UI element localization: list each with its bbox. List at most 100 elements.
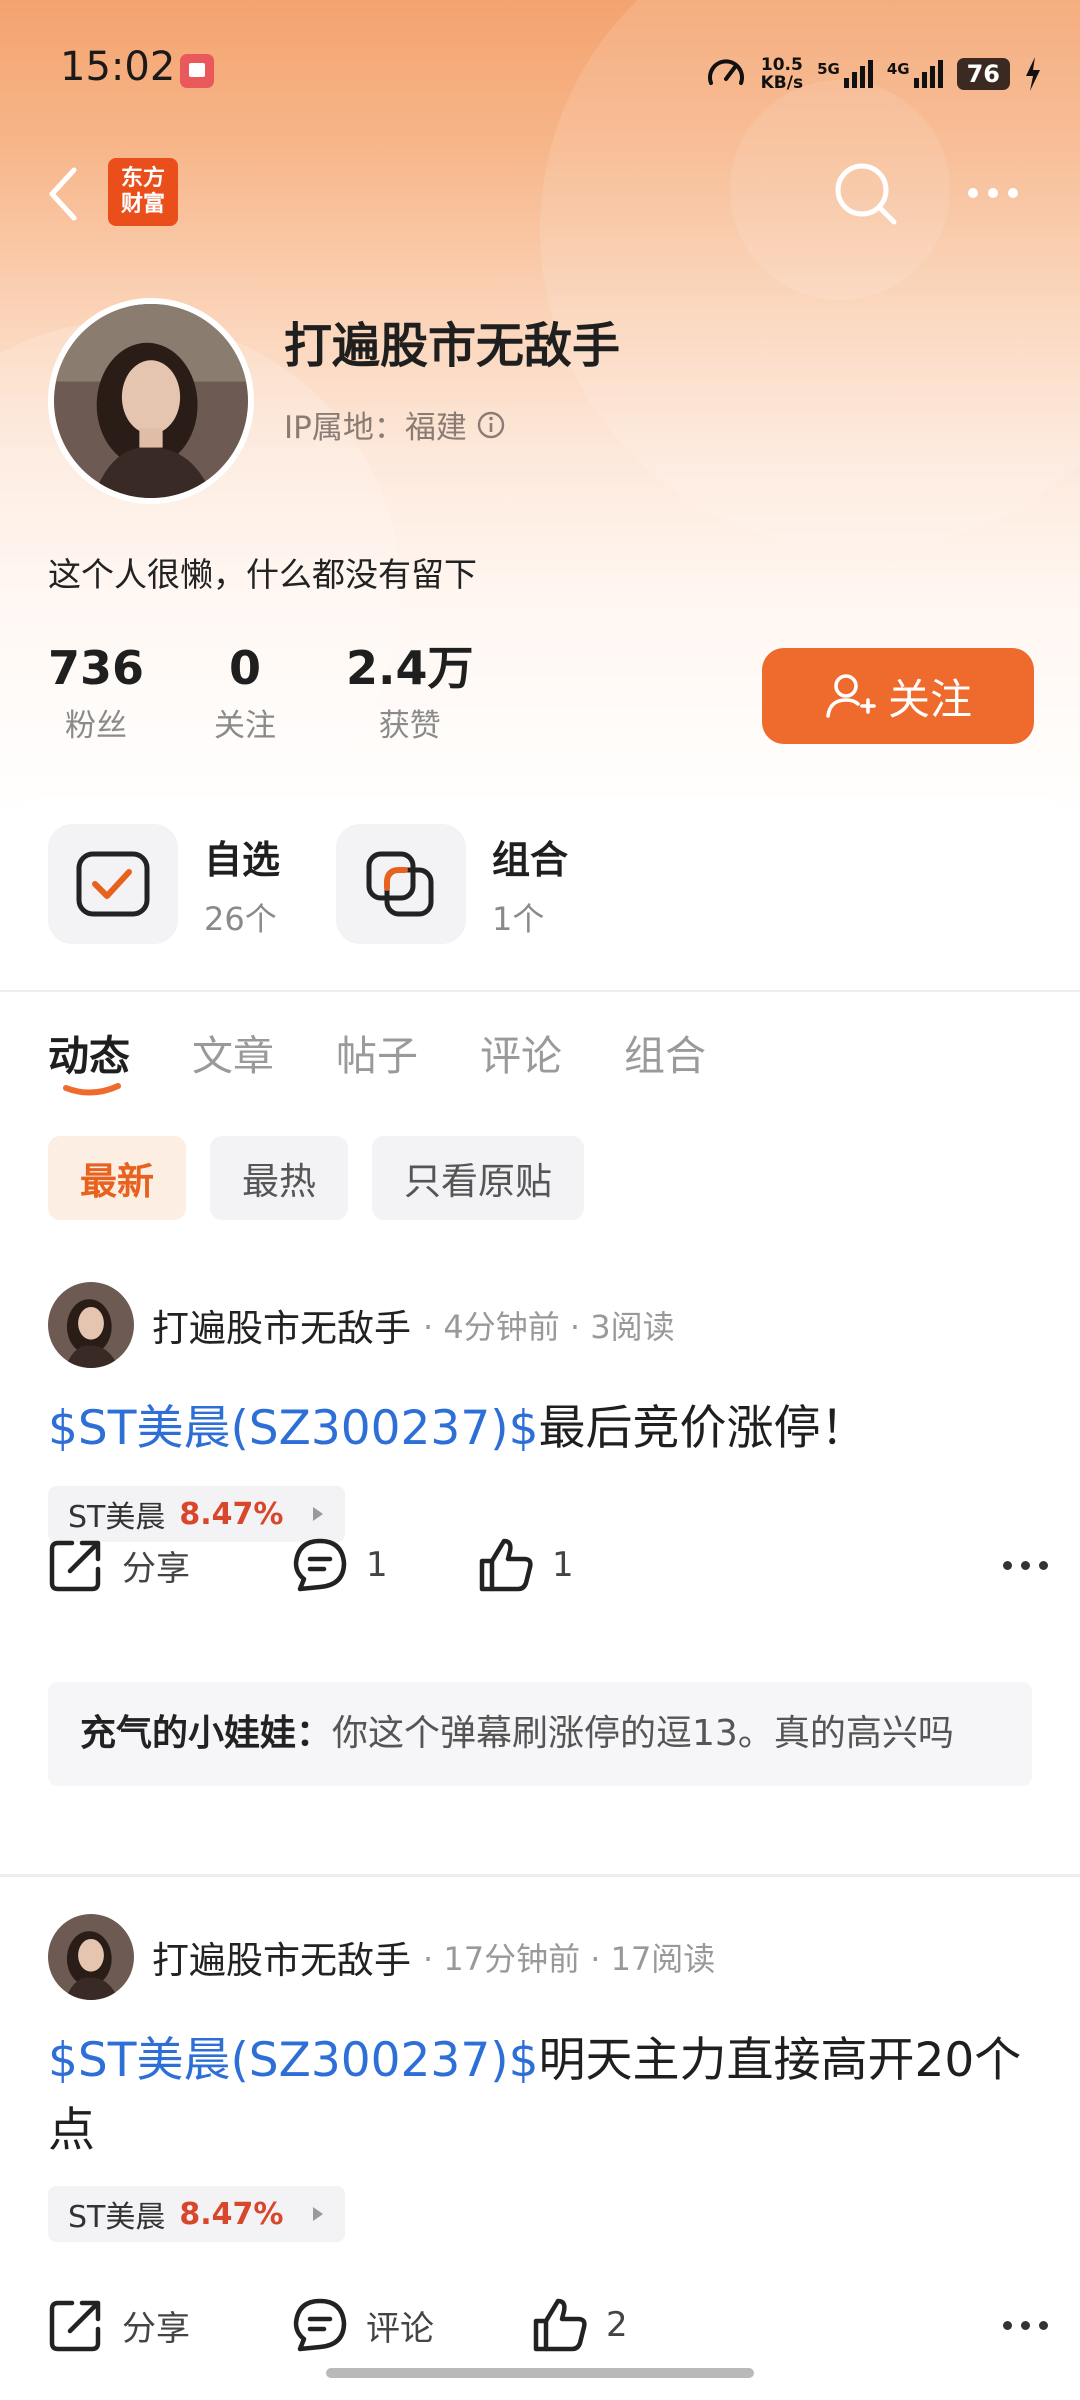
post-more-icon[interactable] — [1003, 1530, 1048, 1600]
like-button[interactable]: 2 — [532, 2290, 628, 2360]
tab-comments[interactable]: 评论 — [480, 1022, 562, 1082]
info-icon[interactable] — [475, 409, 507, 441]
quick-link-count: 1个 — [492, 899, 545, 938]
avatar-image — [48, 1282, 134, 1368]
top-nav: 东方 财富 — [0, 150, 1080, 240]
stat-likes[interactable]: 2.4万 获赞 — [346, 640, 474, 745]
signal-bars-icon — [913, 60, 943, 88]
post-meta: · 4分钟前 · 3阅读 — [423, 1308, 675, 1346]
top-comment[interactable]: 充气的小娃娃：你这个弹幕刷涨停的逗13。真的高兴吗 — [48, 1682, 1032, 1786]
filter-hot[interactable]: 最热 — [210, 1136, 348, 1220]
comment-label: 评论 — [366, 2308, 434, 2349]
ip-location: IP属地：福建 — [284, 402, 507, 447]
profile-avatar[interactable] — [48, 298, 254, 504]
stock-change: 8.47% — [179, 1496, 284, 1532]
stock-link[interactable]: $ST美晨(SZ300237)$ — [48, 1401, 538, 1456]
share-button[interactable]: 分享 — [48, 1530, 190, 1600]
more-options-icon[interactable] — [968, 188, 1018, 198]
comment-icon — [293, 1538, 347, 1592]
post-actions: 分享 评论 2 — [48, 2290, 1048, 2360]
chevron-right-icon — [313, 1507, 324, 1521]
post-content[interactable]: $ST美晨(SZ300237)$明天主力直接高开20个点 — [48, 2026, 1038, 2166]
post-item[interactable]: 打遍股市无敌手 · 4分钟前 · 3阅读 $ST美晨(SZ300237)$最后竞… — [0, 1282, 1080, 1672]
content-tabs: 动态 文章 帖子 评论 组合 — [48, 1022, 706, 1096]
status-bar: 15:02 10.5 KB/s 5G 4G 76 — [0, 0, 1080, 140]
tab-label: 组合 — [624, 1032, 706, 1080]
stat-value: 0 — [229, 641, 262, 695]
stat-value: 736 — [48, 641, 145, 695]
tab-label: 动态 — [48, 1032, 130, 1080]
comment-user[interactable]: 充气的小娃娃： — [80, 1713, 332, 1754]
post-content[interactable]: $ST美晨(SZ300237)$最后竞价涨停！ — [48, 1394, 1038, 1464]
stock-quote-chip[interactable]: ST美晨 8.47% — [48, 2186, 346, 2242]
quick-link-watchlist[interactable]: 自选 26个 — [48, 824, 280, 944]
tab-posts[interactable]: 帖子 — [336, 1022, 418, 1082]
profile-bio: 这个人很懒，什么都没有留下 — [48, 555, 477, 594]
battery-indicator: 76 — [956, 58, 1010, 90]
quick-link-count: 26个 — [204, 899, 277, 938]
sim-card-icon — [180, 54, 214, 88]
follow-label: 关注 — [887, 674, 972, 724]
status-indicators: 10.5 KB/s 5G 4G 76 — [705, 50, 1042, 98]
stat-followers[interactable]: 736 粉丝 — [48, 640, 144, 745]
stat-label: 关注 — [214, 708, 277, 744]
stock-name: ST美晨 — [68, 2200, 166, 2235]
net-speed-unit: KB/s — [760, 73, 804, 93]
like-button[interactable]: 1 — [478, 1530, 574, 1600]
filter-chips: 最新 最热 只看原贴 — [48, 1136, 584, 1220]
signal-4g-label: 4G — [886, 60, 910, 78]
divider — [0, 990, 1080, 992]
comment-count: 1 — [366, 1545, 388, 1585]
comment-button[interactable]: 1 — [292, 1530, 388, 1600]
quick-link-title: 组合 — [492, 837, 569, 882]
post-more-icon[interactable] — [1003, 2290, 1048, 2360]
stat-following[interactable]: 0 关注 — [214, 640, 276, 745]
status-time: 15:02 — [60, 44, 176, 90]
active-tab-indicator — [63, 1083, 121, 1096]
net-speed-value: 10.5 — [760, 55, 803, 75]
search-icon[interactable] — [828, 156, 904, 232]
stat-label: 获赞 — [378, 708, 441, 744]
post-actions: 分享 1 1 — [48, 1530, 1048, 1600]
share-button[interactable]: 分享 — [48, 2290, 190, 2360]
add-user-icon — [826, 674, 876, 718]
content-card: 自选 26个 组合 1个 动态 文章 帖子 评论 组合 最新 最热 只看原贴 打… — [0, 796, 1080, 2400]
tab-label: 评论 — [480, 1032, 562, 1080]
logo-line-2: 财富 — [120, 192, 165, 217]
post-header: 打遍股市无敌手 · 4分钟前 · 3阅读 — [48, 1282, 675, 1368]
share-label: 分享 — [122, 1548, 190, 1589]
net-speed: 10.5 KB/s — [761, 56, 803, 92]
like-count: 2 — [606, 2305, 628, 2345]
thumbs-up-icon — [479, 1538, 533, 1592]
post-author[interactable]: 打遍股市无敌手 — [152, 1930, 411, 1984]
follow-button[interactable]: 关注 — [762, 648, 1034, 744]
post-avatar[interactable] — [48, 1282, 134, 1368]
tab-articles[interactable]: 文章 — [192, 1022, 274, 1082]
logo-line-1: 东方 — [120, 166, 165, 191]
comment-button[interactable]: 评论 — [292, 2290, 434, 2360]
post-avatar[interactable] — [48, 1914, 134, 2000]
post-text: 最后竞价涨停！ — [538, 1401, 868, 1456]
back-arrow-icon[interactable] — [44, 164, 84, 224]
share-icon — [49, 1540, 101, 1592]
quick-link-title: 自选 — [204, 837, 281, 882]
share-label: 分享 — [122, 2308, 190, 2349]
signal-bars-icon — [843, 60, 873, 88]
home-indicator[interactable] — [326, 2368, 754, 2378]
share-icon — [49, 2300, 101, 2352]
eastmoney-logo: 东方 财富 — [108, 158, 178, 226]
comment-icon — [293, 2298, 347, 2352]
tab-dynamics[interactable]: 动态 — [48, 1022, 130, 1096]
stat-label: 粉丝 — [65, 708, 128, 744]
tab-portfolio[interactable]: 组合 — [624, 1022, 706, 1082]
stock-link[interactable]: $ST美晨(SZ300237)$ — [48, 2033, 538, 2088]
post-header: 打遍股市无敌手 · 17分钟前 · 17阅读 — [48, 1914, 715, 2000]
filter-original-only[interactable]: 只看原贴 — [372, 1136, 584, 1220]
ip-location-text: IP属地：福建 — [284, 410, 467, 446]
tab-label: 帖子 — [336, 1032, 418, 1080]
quick-link-portfolio[interactable]: 组合 1个 — [336, 824, 568, 944]
divider — [0, 1874, 1080, 1877]
post-author[interactable]: 打遍股市无敌手 — [152, 1298, 411, 1352]
avatar-image — [54, 304, 248, 498]
filter-latest[interactable]: 最新 — [48, 1136, 186, 1220]
